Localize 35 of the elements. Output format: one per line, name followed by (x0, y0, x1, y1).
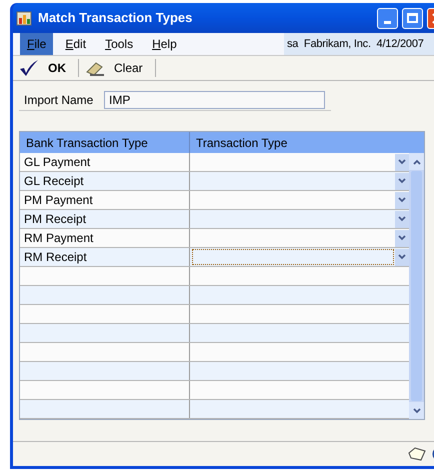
app-icon (16, 10, 34, 26)
menu-item[interactable]: Edit (58, 33, 94, 55)
chevron-down-icon (398, 235, 406, 241)
dropdown-button[interactable] (395, 154, 409, 170)
chevron-down-icon (412, 408, 420, 414)
scroll-down-button[interactable] (409, 402, 424, 419)
chevron-down-icon (398, 178, 406, 184)
scrollbar[interactable] (409, 153, 424, 419)
import-name-field[interactable]: IMP (104, 91, 325, 109)
minimize-button[interactable] (377, 8, 398, 28)
import-name-label: Import Name (23, 92, 94, 109)
note-icon (408, 447, 426, 461)
window-title: Match Transaction Types (38, 9, 194, 28)
chevron-down-icon (398, 159, 406, 165)
clear-button[interactable]: Clear (83, 57, 151, 79)
chevron-down-icon (398, 197, 406, 203)
dropdown-button[interactable] (395, 210, 409, 228)
eraser-icon (85, 60, 105, 76)
menu-item[interactable]: File (20, 33, 54, 55)
scroll-up-button[interactable] (409, 153, 424, 170)
dropdown-button[interactable] (395, 192, 409, 208)
chevron-up-icon (412, 158, 420, 164)
maximize-button[interactable] (402, 8, 423, 28)
dropdown-button[interactable] (395, 230, 409, 246)
company-info: sa Fabrikam, Inc. 4/12/2007 (287, 36, 424, 52)
dropdown-button[interactable] (395, 248, 409, 266)
checkmark-icon (19, 59, 39, 77)
chevron-down-icon (398, 216, 406, 222)
transaction-type-dropdown[interactable] (190, 248, 409, 266)
menu-item[interactable]: Tools (98, 33, 140, 55)
ok-button[interactable]: OK (17, 57, 74, 79)
menu-item[interactable]: Help (145, 33, 184, 55)
chevron-down-icon (398, 254, 406, 260)
column-header: Transaction Type (195, 134, 288, 152)
dropdown-button[interactable] (395, 172, 409, 190)
